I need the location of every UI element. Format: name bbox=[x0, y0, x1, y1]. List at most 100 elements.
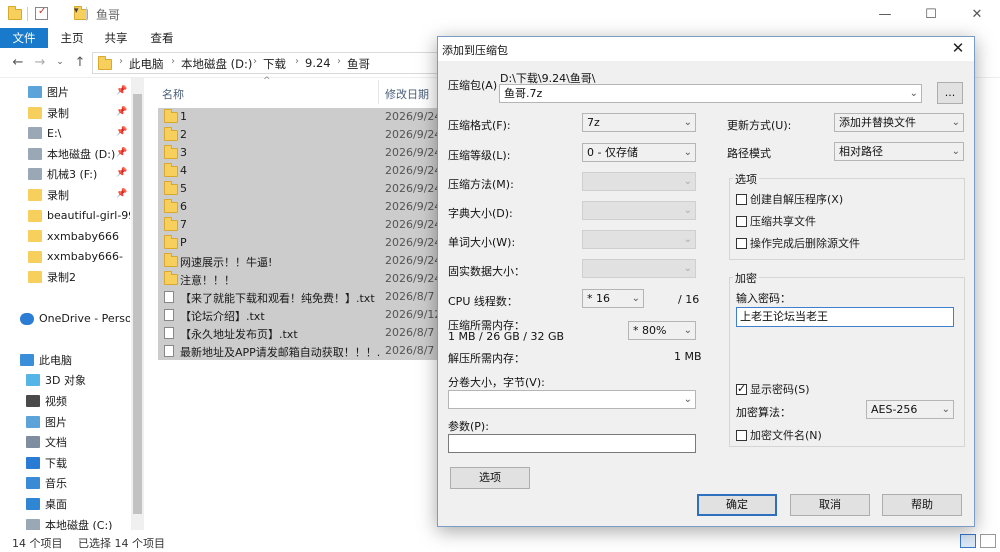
folder-icon bbox=[164, 163, 178, 177]
memory-percent-select[interactable]: * 80% ⌄ bbox=[628, 321, 696, 340]
cpu-threads-select[interactable]: * 16 ⌄ bbox=[582, 289, 644, 308]
sidebar-item[interactable]: xxmbaby666 bbox=[0, 226, 130, 246]
method-select[interactable]: ⌄ bbox=[582, 172, 696, 191]
details-view-icon[interactable] bbox=[960, 534, 976, 548]
sidebar-item[interactable]: 3D 对象 bbox=[0, 370, 130, 390]
ok-button[interactable]: 确定 bbox=[697, 494, 777, 516]
file-row[interactable]: 5 2026/9/24 bbox=[158, 180, 442, 198]
sidebar-item[interactable]: OneDrive - Personal bbox=[0, 309, 130, 329]
file-row[interactable]: 4 2026/9/24 bbox=[158, 162, 441, 180]
encrypt-filenames-checkbox[interactable]: 加密文件名(N) bbox=[736, 427, 822, 443]
file-row[interactable]: P 2026/9/24 bbox=[158, 234, 441, 252]
sidebar-item-label: E:\ bbox=[47, 126, 62, 140]
breadcrumb-current[interactable]: 鱼哥 bbox=[347, 56, 370, 72]
help-button[interactable]: 帮助 bbox=[882, 494, 962, 516]
minimize-icon[interactable]: — bbox=[862, 0, 908, 28]
tab-share[interactable]: 共享 bbox=[96, 28, 136, 48]
sidebar-item[interactable]: 录制2 bbox=[0, 267, 130, 287]
column-header-modified[interactable]: 修改日期 bbox=[385, 86, 429, 102]
close-icon[interactable]: ✕ bbox=[954, 0, 1000, 28]
sidebar-item[interactable]: 机械3 (F:) bbox=[0, 164, 130, 184]
file-row[interactable]: 注意！！！ 2026/9/24 bbox=[158, 270, 441, 288]
sidebar-item-label: 本地磁盘 (C:) bbox=[45, 518, 113, 530]
solid-size-select[interactable]: ⌄ bbox=[582, 259, 696, 278]
create-sfx-checkbox[interactable]: 创建自解压程序(X) bbox=[736, 191, 843, 207]
level-select[interactable]: 0 - 仅存储 ⌄ bbox=[582, 143, 696, 162]
tab-home[interactable]: 主页 bbox=[52, 28, 92, 48]
archive-name-combo[interactable]: 鱼哥.7z ⌄ bbox=[499, 84, 922, 103]
nav-scrollbar[interactable] bbox=[131, 78, 144, 530]
file-modified-date: 2026/9/24 bbox=[385, 146, 442, 159]
file-row[interactable]: 7 2026/9/24 bbox=[158, 216, 441, 234]
show-password-checkbox[interactable]: 显示密码(S) bbox=[736, 381, 810, 397]
update-mode-select[interactable]: 添加并替换文件 ⌄ bbox=[834, 113, 964, 132]
file-row[interactable]: 网速展示！！牛逼! 2026/9/24 bbox=[158, 252, 441, 270]
create-sfx-label: 创建自解压程序(X) bbox=[750, 193, 844, 206]
up-arrow-icon[interactable]: ↑ bbox=[72, 55, 88, 70]
sidebar-item[interactable]: 录制 bbox=[0, 185, 130, 205]
sidebar-item-label: beautiful-girl-999 bbox=[47, 209, 130, 223]
file-modified-date: 2026/9/12 bbox=[385, 308, 442, 321]
sidebar-item[interactable]: 图片 bbox=[0, 82, 130, 102]
checkbox-icon bbox=[736, 215, 747, 227]
folder-icon bbox=[164, 199, 178, 213]
compress-memory-value: 1 MB / 26 GB / 32 GB bbox=[448, 330, 565, 343]
cancel-button[interactable]: 取消 bbox=[790, 494, 870, 516]
sidebar-item[interactable]: 录制 bbox=[0, 103, 130, 123]
breadcrumb-downloads[interactable]: 下载 bbox=[263, 56, 286, 72]
file-row[interactable]: 【来了就能下载和观看！纯免费！】.txt 2026/8/7 1 bbox=[158, 288, 445, 306]
customize-quick-access-icon[interactable]: ▾ bbox=[74, 6, 79, 22]
status-bar: 14 个项目 已选择 14 个项目 bbox=[0, 530, 1000, 552]
sidebar-item[interactable]: xxmbaby666- bbox=[0, 247, 130, 267]
recent-locations-icon[interactable]: ⌄ bbox=[52, 57, 68, 67]
dictionary-select[interactable]: ⌄ bbox=[582, 201, 696, 220]
file-row[interactable]: 2 2026/9/24 bbox=[158, 126, 441, 144]
split-volume-combo[interactable]: ⌄ bbox=[448, 390, 696, 409]
password-input[interactable]: 上老王论坛当老王 bbox=[736, 307, 954, 327]
properties-icon[interactable]: ✓ bbox=[35, 6, 48, 20]
tab-view[interactable]: 查看 bbox=[142, 28, 182, 48]
close-icon[interactable]: ✕ bbox=[948, 39, 968, 57]
breadcrumb-9-24[interactable]: 9.24 bbox=[305, 56, 331, 70]
parameters-input[interactable] bbox=[448, 434, 696, 453]
sidebar-item[interactable]: beautiful-girl-999 bbox=[0, 206, 130, 226]
options-button[interactable]: 选项 bbox=[450, 467, 530, 489]
sidebar-item[interactable]: 此电脑 bbox=[0, 350, 130, 370]
file-row[interactable]: 3 2026/9/24 bbox=[158, 144, 442, 162]
sidebar-item[interactable]: 视频 bbox=[0, 391, 130, 411]
file-row[interactable]: 1 2026/9/24 bbox=[158, 108, 441, 126]
format-select[interactable]: 7z ⌄ bbox=[582, 113, 696, 132]
nav-scrollbar-thumb[interactable] bbox=[133, 94, 142, 514]
path-mode-select[interactable]: 相对路径 ⌄ bbox=[834, 142, 964, 161]
browse-button[interactable]: ... bbox=[937, 82, 963, 104]
sidebar-item[interactable]: 本地磁盘 (D:) bbox=[0, 144, 130, 164]
compress-shared-checkbox[interactable]: 压缩共享文件 bbox=[736, 213, 816, 229]
tab-file[interactable]: 文件 bbox=[0, 28, 48, 48]
maximize-icon[interactable]: ☐ bbox=[908, 0, 954, 28]
delete-after-checkbox[interactable]: 操作完成后删除源文件 bbox=[736, 235, 860, 251]
file-row[interactable]: 【论坛介绍】.txt 2026/9/12 bbox=[158, 306, 442, 324]
breadcrumb-drive-d[interactable]: 本地磁盘 (D:) bbox=[181, 56, 252, 72]
encryption-method-select[interactable]: AES-256 ⌄ bbox=[866, 400, 954, 419]
file-row[interactable]: 【永久地址发布页】.txt 2026/8/7 1 bbox=[158, 324, 445, 342]
update-mode-value: 添加并替换文件 bbox=[839, 116, 916, 129]
sidebar-item[interactable]: 本地磁盘 (C:) bbox=[0, 515, 130, 530]
file-row[interactable]: 最新地址及APP请发邮箱自动获取！！！.... 2026/8/7 1 bbox=[158, 342, 445, 360]
sidebar-item[interactable]: 下载 bbox=[0, 453, 130, 473]
column-header-name[interactable]: 名称 bbox=[162, 86, 184, 102]
file-row[interactable]: 6 2026/9/24 bbox=[158, 198, 441, 216]
path-mode-value: 相对路径 bbox=[839, 145, 883, 158]
sidebar-item[interactable]: 文档 bbox=[0, 432, 130, 452]
sidebar-item[interactable]: 图片 bbox=[0, 412, 130, 432]
sidebar-item[interactable]: 桌面 bbox=[0, 494, 130, 514]
encrypt-filenames-label: 加密文件名(N) bbox=[750, 429, 822, 442]
sidebar-item[interactable]: 音乐 bbox=[0, 473, 130, 493]
forward-arrow-icon[interactable]: → bbox=[32, 55, 48, 70]
breadcrumb-this-pc[interactable]: 此电脑 bbox=[129, 56, 164, 72]
file-name: 2 bbox=[180, 128, 187, 141]
word-size-select[interactable]: ⌄ bbox=[582, 230, 696, 249]
file-modified-date: 2026/9/24 bbox=[385, 182, 442, 195]
large-icons-view-icon[interactable] bbox=[980, 534, 996, 548]
back-arrow-icon[interactable]: ← bbox=[10, 55, 26, 70]
sidebar-item[interactable]: E:\ bbox=[0, 123, 130, 143]
